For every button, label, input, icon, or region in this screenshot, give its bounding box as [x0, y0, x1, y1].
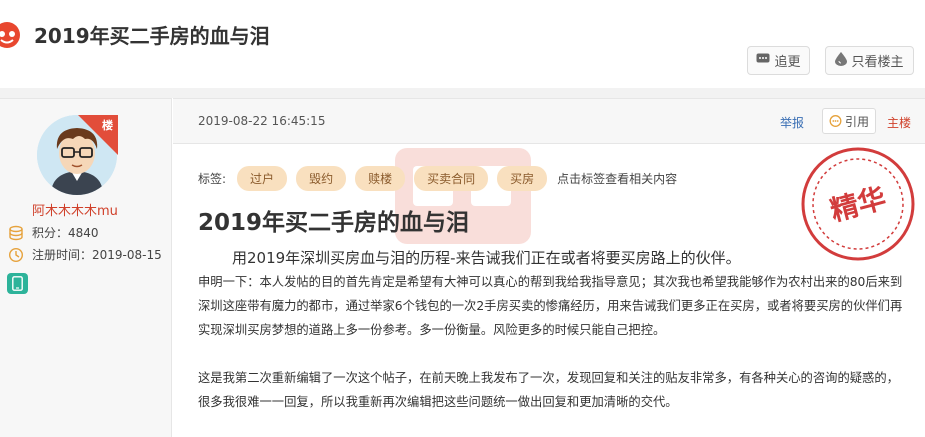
- chat-bubble-icon: [756, 53, 770, 69]
- clock-icon: [8, 247, 24, 262]
- post-content: 精华 标签: 过户 毁约 赎楼 买卖合同 买房 点击标签查看相关内容 2019年…: [173, 144, 925, 437]
- thread-header: 2019年买二手房的血与泪 追更 只看楼主: [0, 0, 925, 88]
- original-poster-badge-label: 楼: [102, 119, 113, 132]
- points-value: 4840: [68, 226, 99, 240]
- thread-title: 2019年买二手房的血与泪: [34, 24, 270, 48]
- owner-only-button[interactable]: 只看楼主: [825, 46, 914, 75]
- quote-label: 引用: [844, 114, 869, 129]
- author-sidebar: 楼 阿木木木木mu 积分：4840 注册时间：2019-08-15: [0, 98, 172, 437]
- tags-row: 标签: 过户 毁约 赎楼 买卖合同 买房 点击标签查看相关内容: [198, 166, 677, 191]
- section-divider: [0, 88, 925, 98]
- tag-chip[interactable]: 过户: [237, 166, 288, 191]
- register-date-label: 注册时间：: [32, 248, 93, 262]
- report-link[interactable]: 举报: [780, 114, 804, 131]
- follow-updates-button[interactable]: 追更: [747, 46, 810, 75]
- tag-chip[interactable]: 买卖合同: [414, 166, 489, 191]
- register-date-row: 注册时间：2019-08-15: [8, 246, 162, 263]
- owner-only-label: 只看楼主: [851, 55, 904, 70]
- tag-chip[interactable]: 赎楼: [355, 166, 406, 191]
- register-date-value: 2019-08-15: [92, 248, 162, 262]
- drop-icon: [835, 51, 848, 70]
- tags-label: 标签:: [198, 172, 227, 186]
- points-row: 积分：4840: [8, 224, 99, 241]
- post-meta-bar: 2019-08-22 16:45:15 举报 引用 主楼: [173, 98, 925, 144]
- seal-text: 精华: [827, 181, 890, 227]
- quote-icon: [829, 114, 842, 127]
- forum-logo-icon: [0, 22, 20, 48]
- mobile-phone-icon: [7, 273, 28, 294]
- floor-label: 主楼: [887, 116, 912, 130]
- points-label: 积分：: [32, 226, 69, 240]
- quote-button[interactable]: 引用: [822, 108, 876, 134]
- featured-seal: 精华: [801, 147, 915, 261]
- author-name[interactable]: 阿木木木木mu: [32, 200, 118, 219]
- follow-updates-label: 追更: [774, 55, 801, 70]
- tags-hint: 点击标签查看相关内容: [557, 172, 678, 186]
- tag-chip[interactable]: 毁约: [296, 166, 347, 191]
- coins-icon: [9, 225, 23, 240]
- post-title: 2019年买二手房的血与泪: [198, 210, 470, 236]
- tag-chip[interactable]: 买房: [497, 166, 548, 191]
- post-paragraph: 申明一下：本人发帖的目的首先肯定是希望有大神可以真心的帮到我给我指导意见；其次我…: [198, 275, 903, 337]
- post-paragraph: 这是我第二次重新编辑了一次这个帖子，在前天晚上我发布了一次，发现回复和关注的贴友…: [198, 371, 899, 409]
- post-lead: 用2019年深圳买房血与泪的历程-来告诫我们正在或者将要买房路上的伙伴。: [232, 249, 741, 267]
- post-datetime: 2019-08-22 16:45:15: [198, 114, 326, 128]
